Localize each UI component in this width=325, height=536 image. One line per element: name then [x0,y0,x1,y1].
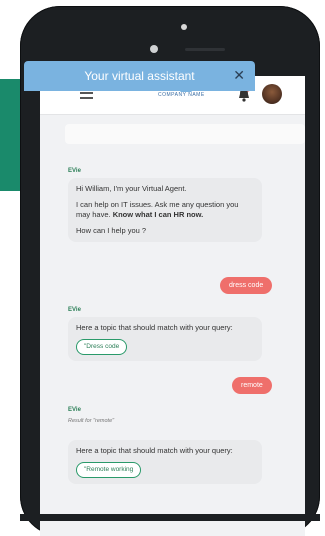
user-message: dress code [220,277,273,294]
phone-camera [150,45,158,53]
close-icon[interactable]: ✕ [233,67,245,84]
phone-bottom-edge [20,514,320,521]
user-message: remote [232,377,272,394]
phone-speaker [185,48,225,51]
topic-chip-dress-code[interactable]: "Dress code [76,339,128,355]
company-logo-text: COMPANY NAME [158,92,205,98]
assistant-title: Your virtual assistant [84,69,195,83]
agent-name: EVie [68,407,81,413]
message-line: How can I help you ? [76,226,147,235]
message-line: Here a topic that should match with your… [76,323,233,332]
agent-name: EVie [68,168,81,174]
message-line: Hi William, I'm your Virtual Agent. [76,184,187,193]
message-line: Here a topic that should match with your… [76,446,233,455]
agent-message: Hi William, I'm your Virtual Agent. I ca… [68,178,262,242]
agent-message: Here a topic that should match with your… [68,440,262,484]
background-card [65,124,305,144]
message-line: I can help on IT issues. Ask me any ques… [76,200,254,220]
agent-name: EVie [68,307,81,313]
avatar[interactable] [262,84,282,104]
phone-sensor [181,24,187,30]
know-what-link[interactable]: Know what I can HR now. [113,210,204,219]
agent-message: Here a topic that should match with your… [68,317,262,361]
topic-chip-remote-working[interactable]: "Remote working [76,462,142,478]
result-note: Result for "remote" [68,418,115,424]
assistant-header: Your virtual assistant ✕ [24,61,255,91]
